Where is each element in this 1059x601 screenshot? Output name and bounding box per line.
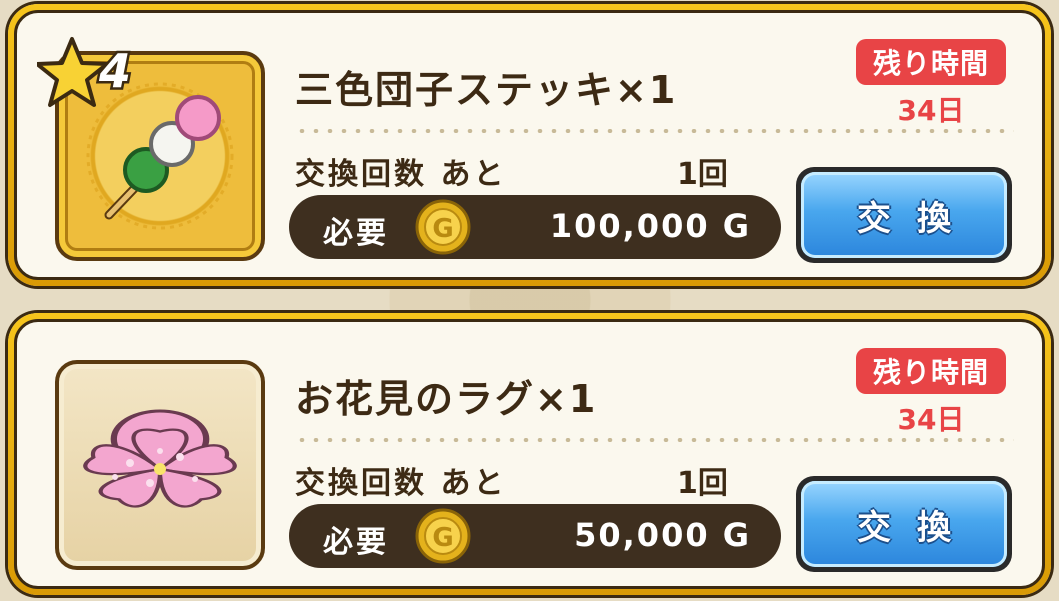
star-rank-badge: 4 [35, 35, 157, 115]
gold-coin-icon: G [415, 199, 471, 255]
remaining-time-badge: 残り時間 [856, 348, 1006, 394]
cost-label: 必要 [323, 216, 389, 251]
svg-text:G: G [432, 523, 453, 553]
exchange-count-label: 交換回数 あと [295, 157, 507, 192]
star-rank-number: 4 [98, 44, 131, 98]
exchange-item-card-inner: 4 三色団子ステッキ×1 残り時間 34日 交換回数 あと 1回 必要 G 10… [14, 10, 1045, 280]
gold-coin-icon: G [415, 508, 471, 564]
exchange-button[interactable]: 交換 [796, 476, 1012, 572]
cost-pill: 必要 G 50,000 G [289, 504, 781, 568]
exchange-button-label: 交換 [801, 481, 1007, 567]
exchange-count-value: 1回 [677, 157, 728, 192]
exchange-item-card-inner: お花見のラグ×1 残り時間 34日 交換回数 あと 1回 必要 G 50,000… [14, 319, 1045, 589]
dotted-divider [295, 438, 1014, 442]
remaining-days: 34日 [897, 403, 965, 436]
item-name: お花見のラグ×1 [295, 377, 598, 421]
cost-pill: 必要 G 100,000 G [289, 195, 781, 259]
exchange-item-card: お花見のラグ×1 残り時間 34日 交換回数 あと 1回 必要 G 50,000… [8, 313, 1051, 595]
remaining-days: 34日 [897, 94, 965, 127]
cost-label: 必要 [323, 525, 389, 560]
exchange-item-card: 4 三色団子ステッキ×1 残り時間 34日 交換回数 あと 1回 必要 G 10… [8, 4, 1051, 286]
sakura-rug-icon [83, 409, 237, 508]
svg-text:G: G [432, 214, 453, 244]
item-icon-frame[interactable] [55, 360, 265, 570]
exchange-button-label: 交換 [801, 172, 1007, 258]
cost-amount: 100,000 G [549, 207, 751, 245]
dotted-divider [295, 129, 1014, 133]
exchange-count-label: 交換回数 あと [295, 466, 507, 501]
exchange-count-value: 1回 [677, 466, 728, 501]
item-name: 三色団子ステッキ×1 [295, 68, 678, 112]
remaining-time-badge: 残り時間 [856, 39, 1006, 85]
cost-amount: 50,000 G [574, 516, 751, 554]
star-icon: 4 [35, 37, 134, 107]
exchange-button[interactable]: 交換 [796, 167, 1012, 263]
